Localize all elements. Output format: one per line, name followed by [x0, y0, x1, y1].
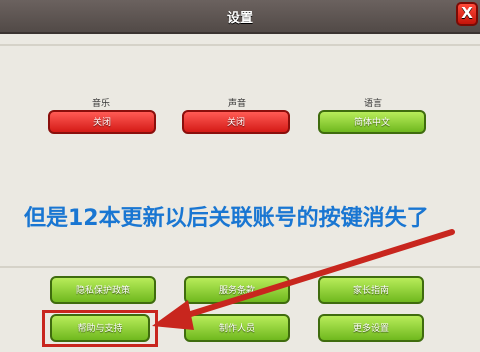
annotation-arrow-icon: [152, 229, 455, 330]
